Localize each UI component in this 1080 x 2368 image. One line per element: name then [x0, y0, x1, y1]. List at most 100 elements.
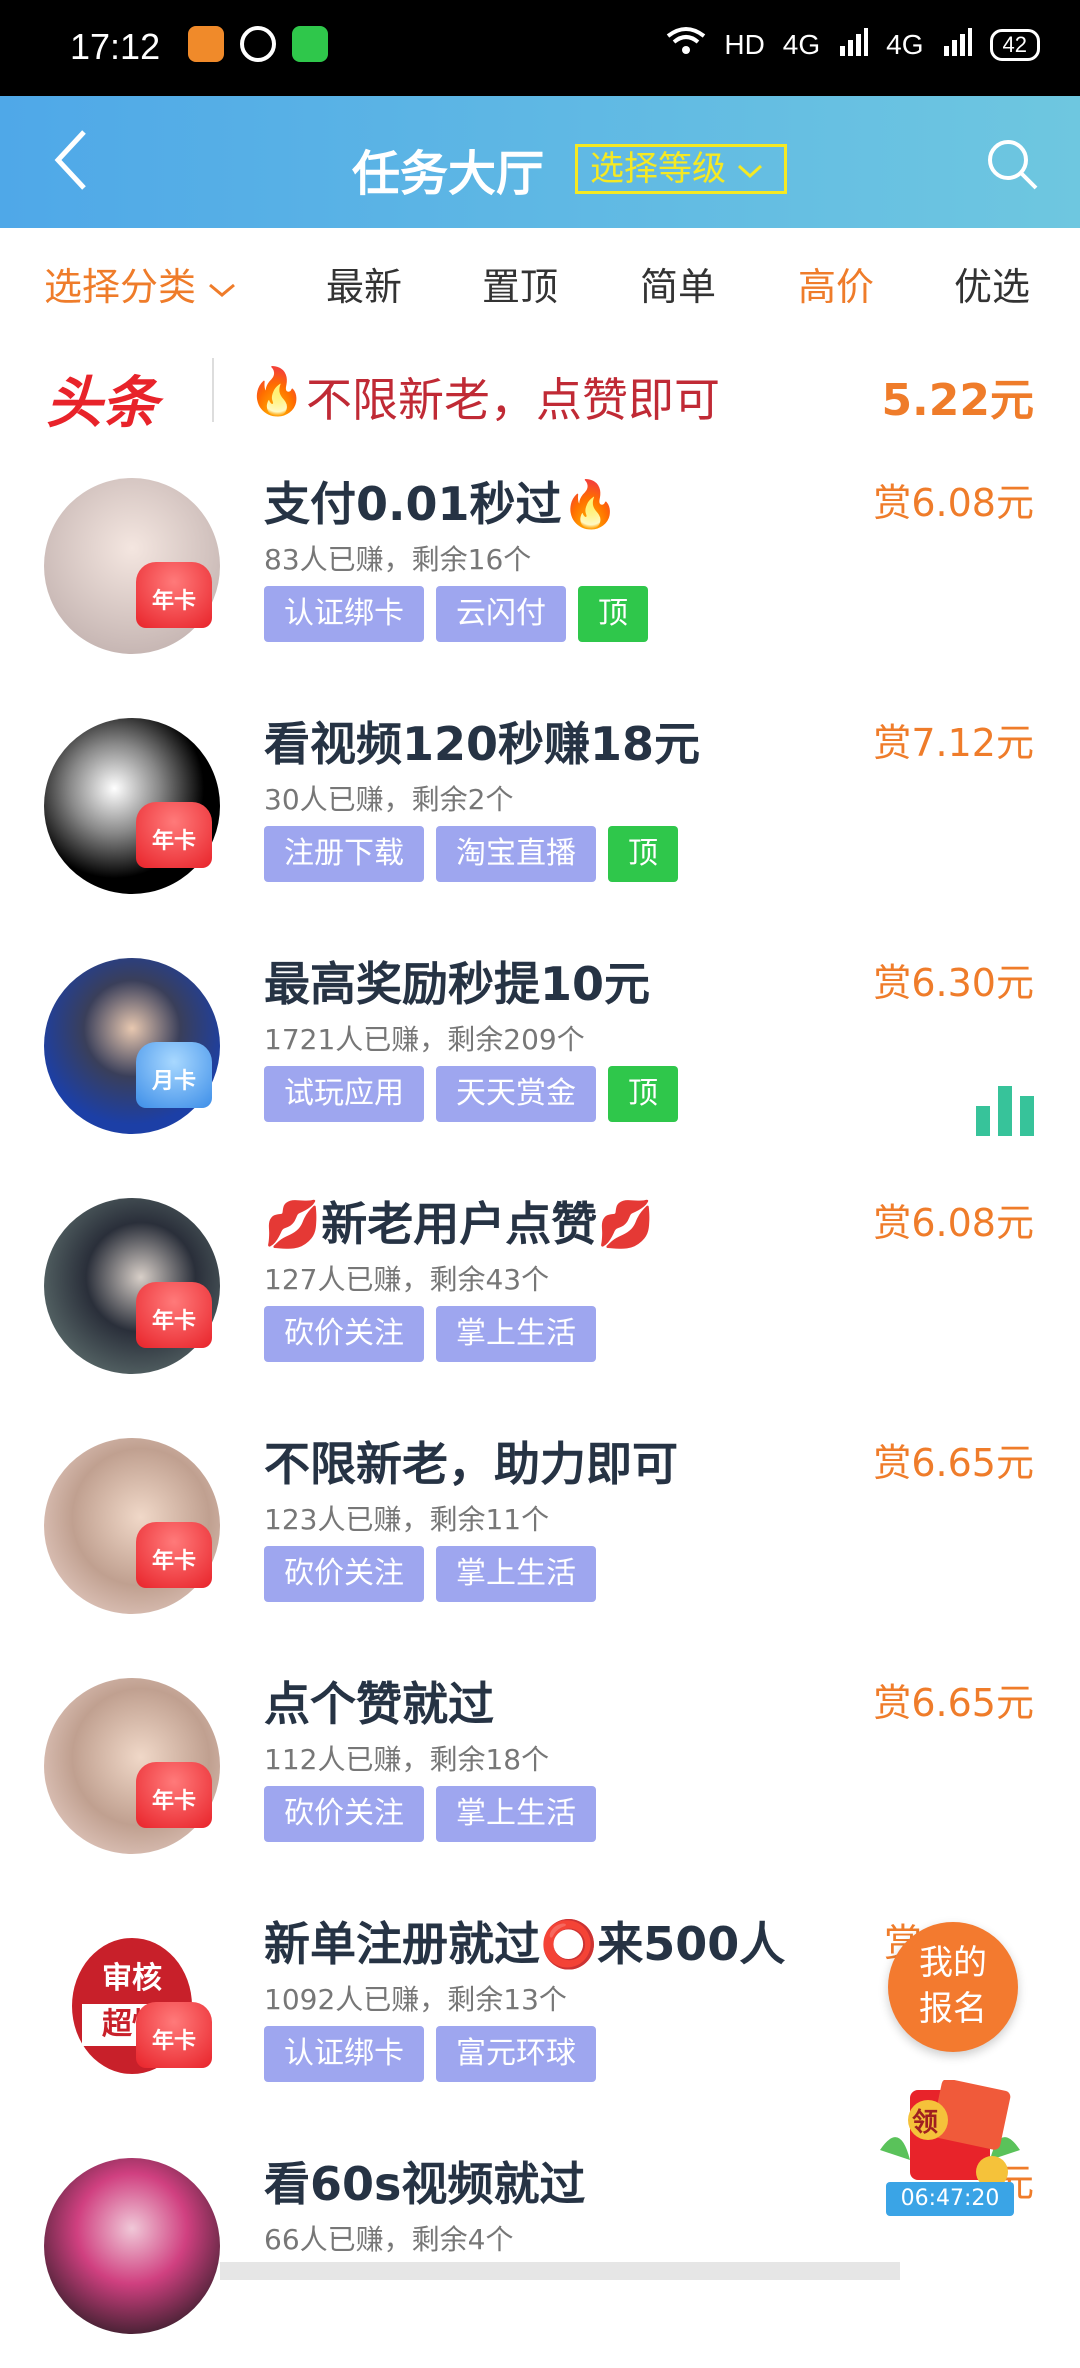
- task-item[interactable]: 年卡 💋新老用户点赞💋 127人已赚，剩余43个 砍价关注 掌上生活 赏6.08…: [0, 1168, 1080, 1408]
- task-tags: 砍价关注 掌上生活: [264, 1306, 596, 1362]
- search-icon[interactable]: [984, 136, 1040, 192]
- task-tags: 试玩应用 天天赏金 顶: [264, 1066, 678, 1122]
- headline-banner[interactable]: 头条 🔥 不限新老，点赞即可 5.22元: [0, 338, 1080, 448]
- task-item[interactable]: 年卡 看视频120秒赚18元 30人已赚，剩余2个 注册下载 淘宝直播 顶 赏7…: [0, 688, 1080, 928]
- top-header: 任务大厅 选择等级: [0, 96, 1080, 228]
- bar-chart-icon[interactable]: [974, 1078, 1036, 1136]
- task-tag: 富元环球: [436, 2026, 596, 2082]
- monthly-card-crown-icon: 月卡: [136, 1042, 212, 1108]
- task-title: 💋新老用户点赞💋: [264, 1188, 655, 1254]
- annual-card-crown-icon: 年卡: [136, 1762, 212, 1828]
- level-select-label: 选择等级: [590, 149, 726, 189]
- task-tag: 掌上生活: [436, 1306, 596, 1362]
- task-tags: 认证绑卡 富元环球: [264, 2026, 596, 2082]
- bottom-bar: [220, 2262, 900, 2280]
- chevron-down-icon: [209, 283, 236, 297]
- task-meta: 112人已赚，剩余18个: [264, 1743, 550, 1776]
- filter-bar: 选择分类 最新 置顶 简单 高价 优选: [0, 228, 1080, 338]
- task-tag: 认证绑卡: [264, 586, 424, 642]
- avatar-text: 审核: [102, 1961, 162, 1996]
- task-meta: 1721人已赚，剩余209个: [264, 1023, 585, 1056]
- top-tag: 顶: [608, 1066, 678, 1122]
- wifi-icon: [666, 26, 706, 63]
- headline-text: 不限新老，点赞即可: [306, 373, 720, 427]
- status-indicators: HD 4G 4G 42: [666, 26, 1040, 63]
- top-tag: 顶: [578, 586, 648, 642]
- task-tag: 试玩应用: [264, 1066, 424, 1122]
- task-meta: 66人已赚，剩余4个: [264, 2223, 514, 2256]
- battery-indicator: 42: [989, 28, 1040, 61]
- task-title: 看60s视频就过: [264, 2157, 586, 2211]
- task-item[interactable]: 年卡 点个赞就过 112人已赚，剩余18个 砍价关注 掌上生活 赏6.65元: [0, 1648, 1080, 1888]
- task-meta: 30人已赚，剩余2个: [264, 783, 514, 816]
- task-tag: 砍价关注: [264, 1306, 424, 1362]
- task-meta: 83人已赚，剩余16个: [264, 543, 532, 576]
- filter-featured[interactable]: 优选: [954, 256, 1030, 311]
- avatar: [44, 2158, 220, 2334]
- task-item[interactable]: 年卡 不限新老，助力即可 123人已赚，剩余11个 砍价关注 掌上生活 赏6.6…: [0, 1408, 1080, 1648]
- task-tag: 掌上生活: [436, 1786, 596, 1842]
- signal-2-label: 4G: [886, 28, 924, 60]
- task-tags: 砍价关注 掌上生活: [264, 1786, 596, 1842]
- signal-1-label: 4G: [782, 28, 821, 60]
- countdown-timer: 06:47:20: [886, 2182, 1014, 2216]
- back-arrow-icon[interactable]: [44, 126, 114, 196]
- task-tag: 天天赏金: [436, 1066, 596, 1122]
- task-title: 新单注册就过⭕来500人: [264, 1917, 786, 1971]
- task-tag: 砍价关注: [264, 1786, 424, 1842]
- filter-high-price[interactable]: 高价: [798, 256, 874, 311]
- divider: [212, 358, 214, 422]
- category-label: 选择分类: [44, 265, 197, 309]
- float-line-2: 报名: [919, 1989, 987, 2029]
- top-tag: 顶: [608, 826, 678, 882]
- q-app-icon: [240, 26, 276, 62]
- task-title: 点个赞就过: [264, 1677, 494, 1731]
- category-select-button[interactable]: 选择分类: [44, 256, 236, 311]
- task-title: 最高奖励秒提10元: [264, 957, 651, 1011]
- fire-icon: 🔥: [248, 364, 306, 418]
- red-packet-label: 领: [912, 2108, 939, 2138]
- task-tag: 认证绑卡: [264, 2026, 424, 2082]
- annual-card-crown-icon: 年卡: [136, 562, 212, 628]
- filter-pinned[interactable]: 置顶: [482, 256, 558, 311]
- task-meta: 123人已赚，剩余11个: [264, 1503, 550, 1536]
- task-item[interactable]: 年卡 支付0.01秒过🔥 83人已赚，剩余16个 认证绑卡 云闪付 顶 赏6.0…: [0, 448, 1080, 688]
- task-tags: 注册下载 淘宝直播 顶: [264, 826, 678, 882]
- headline-price: 5.22元: [881, 375, 1034, 426]
- filter-newest[interactable]: 最新: [326, 256, 402, 311]
- task-tag: 注册下载: [264, 826, 424, 882]
- task-tags: 砍价关注 掌上生活: [264, 1546, 596, 1602]
- annual-card-crown-icon: 年卡: [136, 1282, 212, 1348]
- lips-icon: 💋: [597, 1197, 655, 1251]
- iqiyi-icon: [292, 26, 328, 62]
- annual-card-crown-icon: 年卡: [136, 2002, 212, 2068]
- task-reward: 赏6.08元: [873, 481, 1034, 525]
- task-title: 看视频120秒赚18元: [264, 717, 701, 771]
- annual-card-crown-icon: 年卡: [136, 1522, 212, 1588]
- task-item[interactable]: 月卡 最高奖励秒提10元 1721人已赚，剩余209个 试玩应用 天天赏金 顶 …: [0, 928, 1080, 1168]
- signal-icon: [838, 26, 869, 63]
- status-bar: 17:12 HD 4G 4G 42: [0, 0, 1080, 96]
- task-tag: 云闪付: [436, 586, 566, 642]
- float-line-1: 我的: [919, 1943, 987, 1983]
- task-reward: 赏6.30元: [873, 961, 1034, 1005]
- task-title-text: 新老用户点赞: [321, 1197, 598, 1251]
- headline-tag: 头条: [46, 371, 158, 436]
- chevron-down-icon: [737, 164, 762, 178]
- filter-simple[interactable]: 简单: [640, 256, 716, 311]
- task-tag: 掌上生活: [436, 1546, 596, 1602]
- task-meta: 127人已赚，剩余43个: [264, 1263, 550, 1296]
- status-time: 17:12: [70, 26, 161, 67]
- task-tag: 淘宝直播: [436, 826, 596, 882]
- fire-icon: 🔥: [561, 477, 619, 531]
- task-reward: 赏6.65元: [873, 1441, 1034, 1485]
- uc-browser-icon: [188, 26, 224, 62]
- hd-label: HD: [724, 28, 765, 60]
- task-title: 不限新老，助力即可: [264, 1437, 678, 1491]
- red-packet-icon: [880, 2078, 1020, 2188]
- level-select-button[interactable]: 选择等级: [575, 144, 787, 194]
- my-registration-button[interactable]: 我的 报名: [888, 1922, 1018, 2052]
- task-reward: 赏6.08元: [873, 1201, 1034, 1245]
- task-tags: 认证绑卡 云闪付 顶: [264, 586, 648, 642]
- task-reward: 赏6.65元: [873, 1681, 1034, 1725]
